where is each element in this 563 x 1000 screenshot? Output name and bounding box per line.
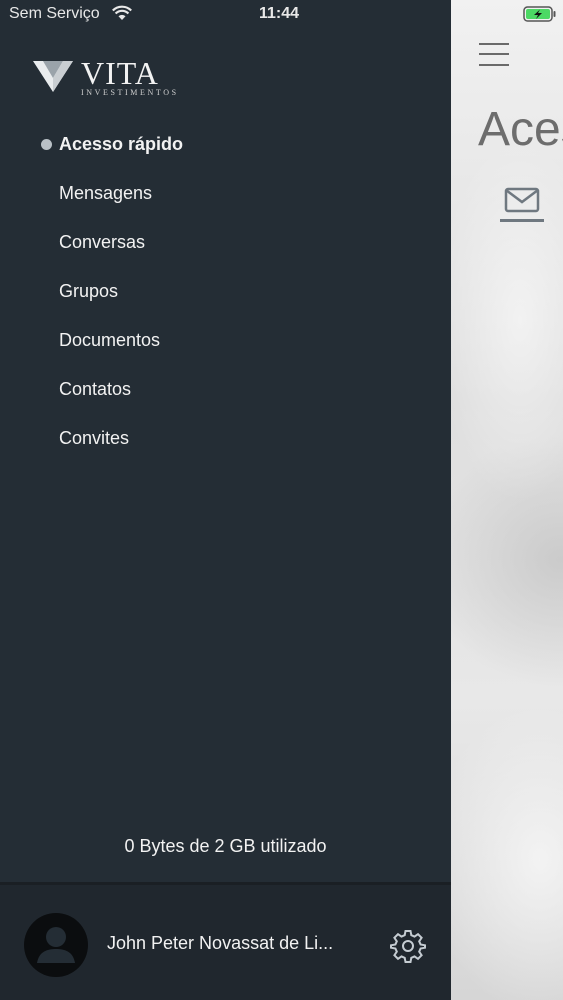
menu-item-label: Conversas (59, 232, 146, 252)
vita-logo: VITA INVESTIMENTOS (31, 55, 181, 98)
logo-subtitle: INVESTIMENTOS (81, 88, 179, 97)
carrier-label: Sem Serviço (9, 5, 100, 22)
user-avatar-icon[interactable] (24, 913, 88, 977)
menu-item-acesso-rapido[interactable]: Acesso rápido (0, 120, 451, 169)
menu-item-label: Mensagens (59, 183, 153, 203)
status-bar: Sem Serviço 11:44 (0, 0, 563, 30)
menu-item-contatos[interactable]: Contatos (0, 365, 451, 414)
menu-item-conversas[interactable]: Conversas (0, 218, 451, 267)
menu-item-documentos[interactable]: Documentos (0, 316, 451, 365)
storage-usage-label: 0 Bytes de 2 GB utilizado (124, 836, 327, 856)
clock: 11:44 (259, 5, 300, 22)
side-drawer: VITA INVESTIMENTOS Acesso rápido Mensage… (0, 0, 451, 1000)
wifi-icon (112, 5, 132, 20)
menu-item-label: Grupos (59, 281, 119, 301)
vita-logo-mark-icon (33, 61, 73, 92)
background-page-title: Aces (478, 103, 563, 156)
gear-icon[interactable] (390, 928, 426, 964)
menu-item-convites[interactable]: Convites (0, 414, 451, 463)
hamburger-icon[interactable] (479, 43, 509, 67)
menu-item-label: Documentos (59, 330, 161, 350)
drawer-menu: Acesso rápido Mensagens Conversas Grupos… (0, 120, 451, 463)
menu-item-grupos[interactable]: Grupos (0, 267, 451, 316)
menu-item-mensagens[interactable]: Mensagens (0, 169, 451, 218)
menu-item-label: Contatos (59, 379, 132, 399)
profile-name: John Peter Novassat de Li... (107, 933, 334, 953)
profile-bar[interactable]: John Peter Novassat de Li... (0, 882, 451, 1000)
active-indicator-dot (41, 139, 52, 150)
battery-charging-icon (523, 6, 556, 22)
logo-name: VITA (81, 55, 159, 91)
menu-item-label: Convites (59, 428, 130, 448)
menu-item-label: Acesso rápido (59, 134, 184, 154)
mail-icon[interactable] (500, 186, 544, 224)
